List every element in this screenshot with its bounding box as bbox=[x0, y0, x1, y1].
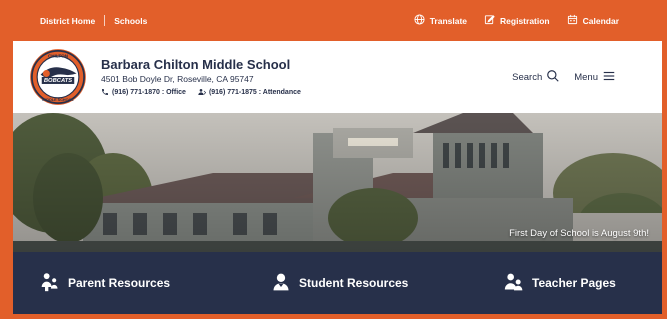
calendar-icon bbox=[567, 14, 578, 27]
menu-label: Menu bbox=[574, 71, 598, 83]
attendance-phone-label: (916) 771-1875 : Attendance bbox=[208, 89, 301, 96]
utility-bar: District Home Schools Translate Registra… bbox=[13, 0, 662, 41]
person-icon bbox=[198, 88, 207, 98]
menu-button[interactable]: Menu bbox=[574, 69, 616, 86]
page-frame: District Home Schools Translate Registra… bbox=[0, 0, 667, 319]
hero-banner: First Day of School is August 9th! bbox=[13, 113, 662, 252]
student-resources-link[interactable]: Student Resources bbox=[271, 272, 408, 295]
globe-icon bbox=[414, 14, 425, 27]
registration-label: Registration bbox=[500, 15, 550, 26]
header-actions: Search Menu bbox=[512, 69, 616, 86]
calendar-label: Calendar bbox=[582, 15, 619, 26]
student-icon bbox=[271, 272, 291, 295]
district-links: District Home Schools bbox=[40, 15, 147, 26]
school-address: 4501 Bob Doyle Dr, Roseville, CA 95747 bbox=[101, 73, 254, 84]
school-info: Barbara Chilton Middle School 4501 Bob D… bbox=[101, 57, 301, 98]
phone-list: (916) 771-1870 : Office (916) 771-1875 :… bbox=[101, 88, 301, 98]
phone-icon bbox=[101, 88, 109, 98]
logo-text-bottom: MIDDLE SCHOOL bbox=[42, 98, 74, 102]
student-resources-label: Student Resources bbox=[299, 276, 409, 290]
parent-resources-link[interactable]: Parent Resources bbox=[40, 272, 170, 295]
calendar-link[interactable]: Calendar bbox=[567, 14, 619, 27]
search-label: Search bbox=[512, 71, 543, 83]
hero-caption[interactable]: First Day of School is August 9th! bbox=[509, 228, 649, 239]
schools-link[interactable]: Schools bbox=[114, 16, 147, 26]
utility-links: Translate Registration Calendar bbox=[414, 14, 619, 27]
edit-icon bbox=[484, 14, 495, 27]
search-button[interactable]: Search bbox=[512, 69, 560, 86]
search-icon bbox=[546, 69, 560, 86]
translate-label: Translate bbox=[429, 15, 468, 26]
office-phone-label: (916) 771-1870 : Office bbox=[112, 89, 186, 96]
registration-link[interactable]: Registration bbox=[484, 14, 550, 27]
logo-text-top: CHILTON bbox=[48, 53, 69, 58]
translate-button[interactable]: Translate bbox=[414, 14, 467, 27]
logo-text-mid: BOBCATS bbox=[44, 78, 72, 84]
divider bbox=[104, 15, 106, 26]
teacher-pages-label: Teacher Pages bbox=[532, 276, 616, 290]
district-home-link[interactable]: District Home bbox=[40, 16, 95, 26]
resources-bar: Parent Resources Student Resources Teach… bbox=[13, 252, 662, 314]
office-phone[interactable]: (916) 771-1870 : Office bbox=[101, 88, 186, 98]
teacher-pages-link[interactable]: Teacher Pages bbox=[504, 272, 616, 295]
school-logo[interactable]: BOBCATS CHILTON MIDDLE SCHOOL bbox=[29, 48, 87, 106]
attendance-phone[interactable]: (916) 771-1875 : Attendance bbox=[198, 88, 301, 98]
school-name[interactable]: Barbara Chilton Middle School bbox=[101, 57, 301, 72]
parent-resources-label: Parent Resources bbox=[68, 276, 171, 290]
teacher-icon bbox=[504, 272, 524, 295]
hamburger-icon bbox=[602, 69, 616, 86]
parent-child-icon bbox=[40, 272, 60, 295]
site-header: BOBCATS CHILTON MIDDLE SCHOOL Barbara Ch… bbox=[13, 41, 662, 113]
